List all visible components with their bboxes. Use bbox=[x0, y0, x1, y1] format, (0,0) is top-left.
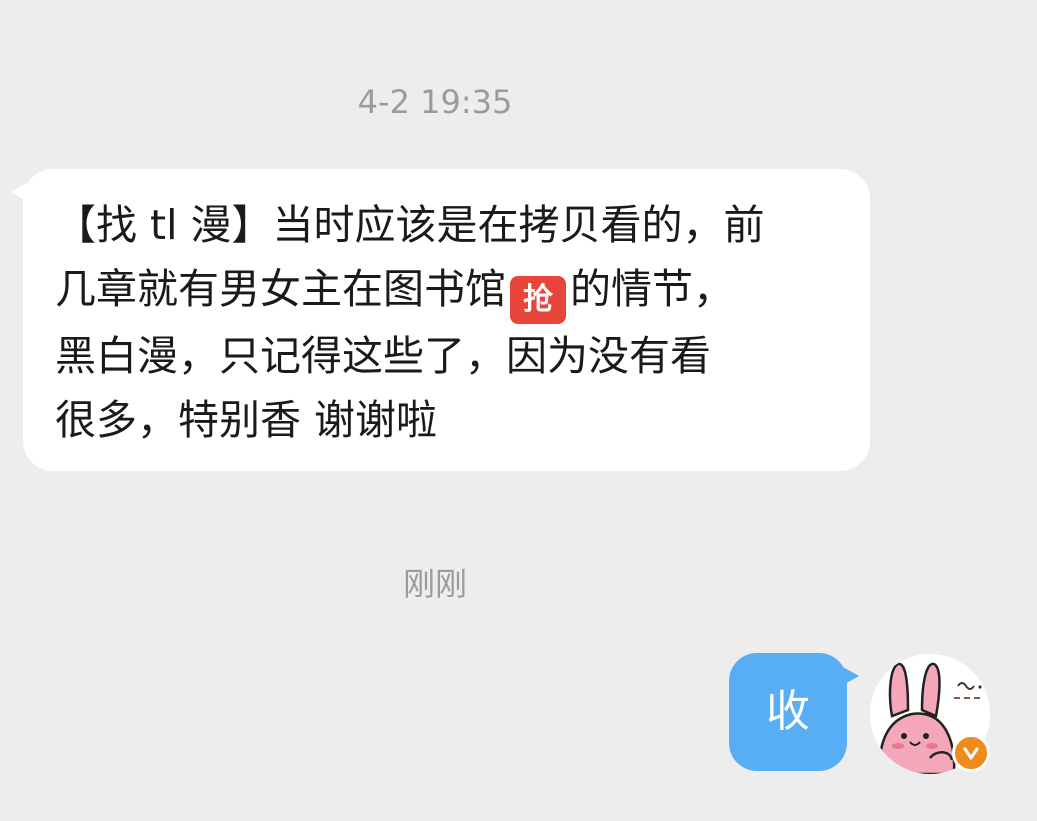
message-line-2b: 的情节， bbox=[570, 265, 734, 313]
timestamp: 刚刚 bbox=[402, 565, 467, 603]
incoming-message-bubble[interactable]: 【找 tl 漫】当时应该是在拷贝看的，前 几章就有男女主在图书馆抢的情节， 黑白… bbox=[11, 169, 870, 471]
timestamp: 4-2 19:35 bbox=[357, 83, 513, 121]
qiang-emoji-icon: 抢 bbox=[510, 276, 566, 324]
verified-badge-icon bbox=[952, 734, 990, 772]
message-line-1: 【找 tl 漫】当时应该是在拷贝看的，前 bbox=[55, 201, 765, 249]
bubble-tail bbox=[843, 667, 859, 685]
message-line-4: 很多，特别香 谢谢啦 bbox=[55, 396, 438, 444]
v-check-icon bbox=[963, 747, 979, 760]
message-line-3: 黑白漫，只记得这些了，因为没有看 bbox=[55, 332, 711, 380]
outgoing-message-bubble[interactable]: 收 bbox=[729, 653, 859, 771]
bubble-tail bbox=[11, 183, 27, 201]
outgoing-message-text: 收 bbox=[766, 686, 810, 737]
message-line-2a: 几章就有男女主在图书馆 bbox=[55, 265, 506, 313]
incoming-message-text: 【找 tl 漫】当时应该是在拷贝看的，前 几章就有男女主在图书馆抢的情节， 黑白… bbox=[55, 193, 840, 452]
